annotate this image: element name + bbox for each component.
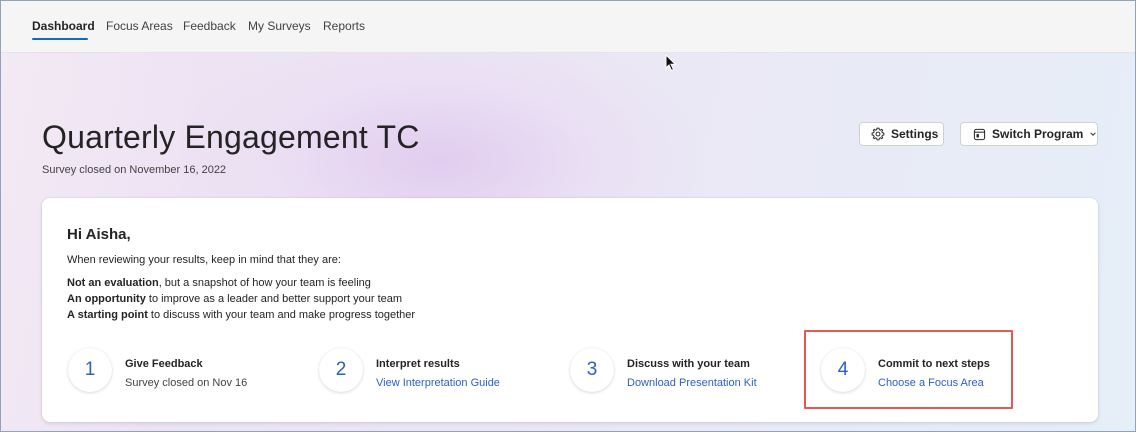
step-give-feedback: 1 Give Feedback Survey closed on Nov 16 (68, 348, 268, 400)
mouse-cursor-icon (665, 54, 677, 72)
reminder-point-bold: Not an evaluation (67, 277, 159, 289)
step-number: 1 (68, 348, 112, 392)
gear-icon (871, 127, 885, 141)
step-number: 3 (570, 348, 614, 392)
active-tab-indicator (32, 38, 88, 40)
top-navigation-bar: Dashboard Focus Areas Feedback My Survey… (1, 1, 1135, 53)
tab-feedback[interactable]: Feedback (183, 19, 236, 33)
step-title: Discuss with your team (627, 358, 750, 370)
settings-button[interactable]: Settings (859, 122, 944, 146)
choose-focus-area-link[interactable]: Choose a Focus Area (878, 377, 984, 389)
settings-button-label: Settings (891, 127, 939, 141)
reminder-point-text: to discuss with your team and make progr… (147, 309, 416, 321)
greeting: Hi Aisha, (67, 226, 131, 243)
step-number: 4 (821, 348, 865, 392)
survey-closed-date: Survey closed on November 16, 2022 (42, 164, 227, 176)
step-commit-next-steps: 4 Commit to next steps Choose a Focus Ar… (821, 348, 1011, 400)
step-title: Commit to next steps (878, 358, 990, 370)
tab-my-surveys[interactable]: My Surveys (248, 19, 311, 33)
tab-focus-areas[interactable]: Focus Areas (106, 19, 173, 33)
reminder-point: Not an evaluation, but a snapshot of how… (67, 277, 371, 289)
reminder-point-text: to improve as a leader and better suppor… (145, 293, 403, 305)
view-interpretation-guide-link[interactable]: View Interpretation Guide (376, 377, 500, 389)
tab-dashboard[interactable]: Dashboard (32, 19, 95, 33)
step-title: Interpret results (376, 358, 460, 370)
reminder-point-bold: An opportunity (67, 293, 146, 305)
step-number: 2 (319, 348, 363, 392)
step-discuss-with-team: 3 Discuss with your team Download Presen… (570, 348, 780, 400)
switch-program-button[interactable]: Switch Program (960, 122, 1098, 146)
step-title: Give Feedback (125, 358, 203, 370)
reminder-point-text: , but a snapshot of how your team is fee… (158, 277, 371, 289)
program-icon (973, 128, 986, 140)
page-title: Quarterly Engagement TC (42, 119, 420, 155)
step-interpret-results: 2 Interpret results View Interpretation … (319, 348, 529, 400)
step-detail: Survey closed on Nov 16 (125, 377, 248, 389)
switch-program-label: Switch Program (992, 127, 1084, 141)
chevron-down-icon (1090, 132, 1097, 136)
reminder-point-bold: A starting point (67, 309, 148, 321)
welcome-card: Hi Aisha, When reviewing your results, k… (42, 198, 1098, 422)
tab-reports[interactable]: Reports (323, 19, 365, 33)
reminder-point: A starting point to discuss with your te… (67, 309, 415, 321)
app-window: Dashboard Focus Areas Feedback My Survey… (0, 0, 1136, 432)
download-presentation-kit-link[interactable]: Download Presentation Kit (627, 377, 757, 389)
intro-text: When reviewing your results, keep in min… (67, 254, 341, 266)
reminder-point: An opportunity to improve as a leader an… (67, 293, 402, 305)
